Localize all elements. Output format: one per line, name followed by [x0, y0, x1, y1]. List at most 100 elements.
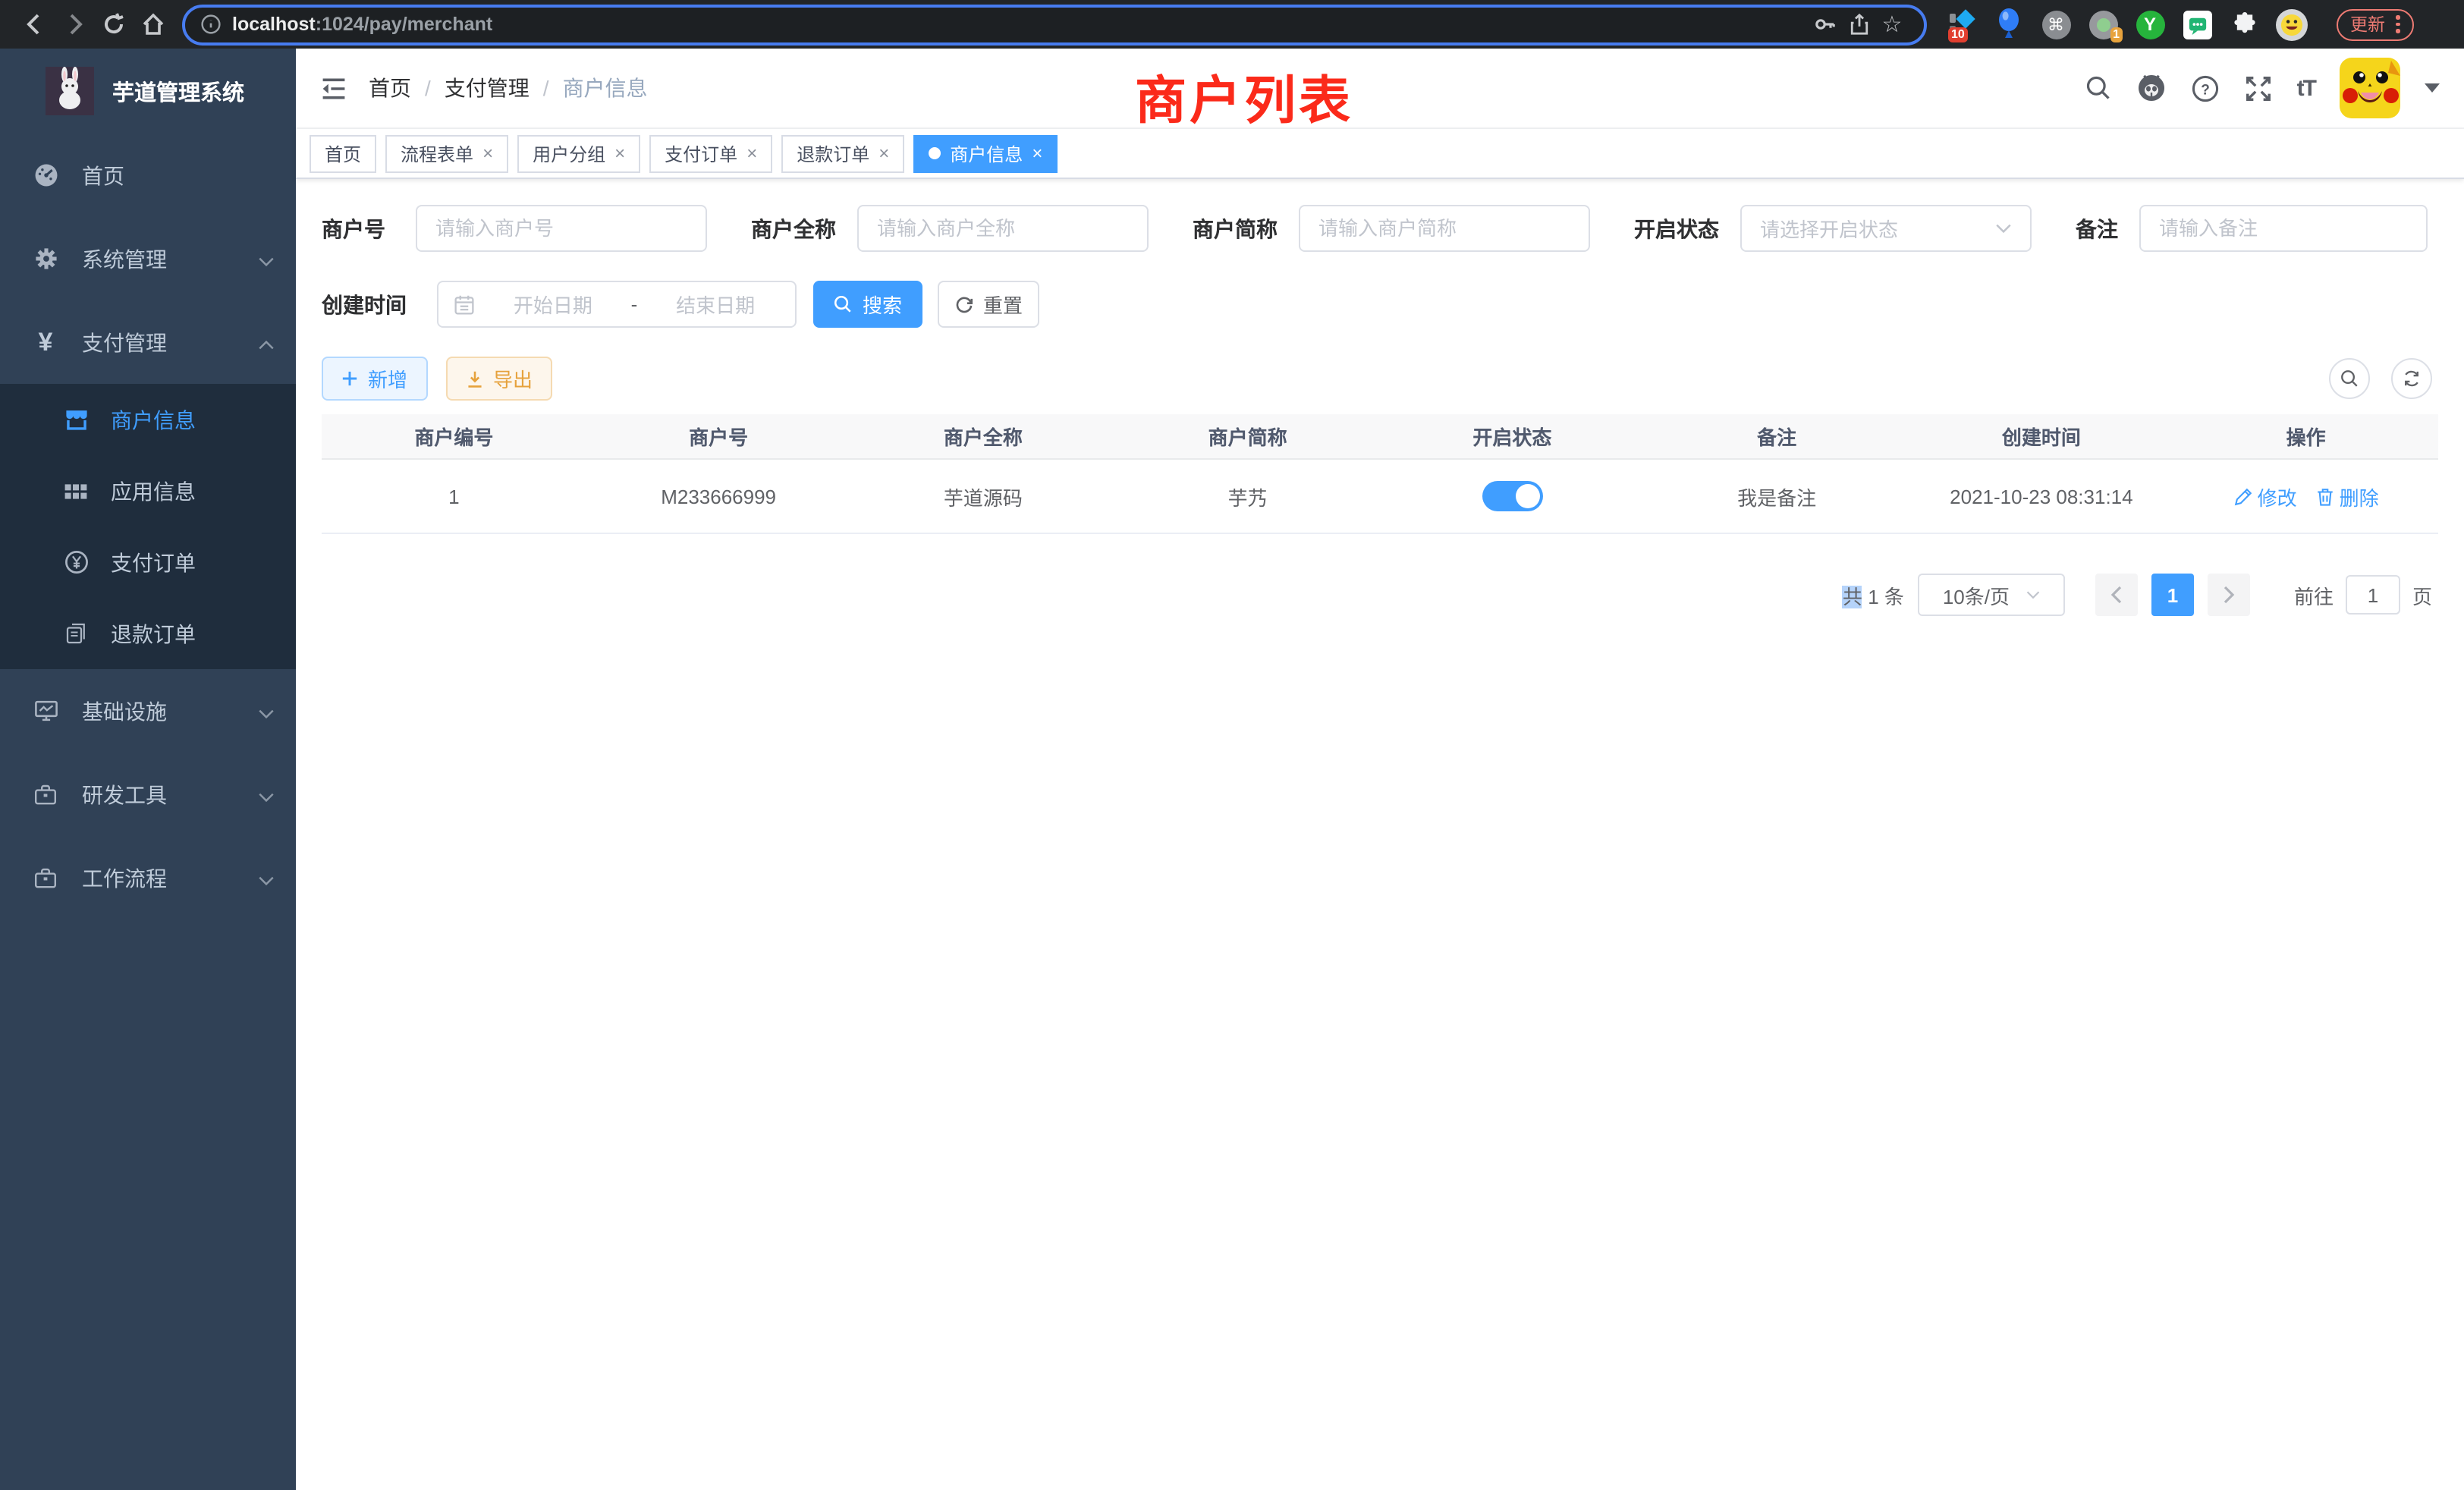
- sidebar-item-label: 商户信息: [111, 404, 196, 435]
- bookmark-star-icon[interactable]: ☆: [1875, 5, 1909, 44]
- goto-page-input[interactable]: [2346, 575, 2400, 615]
- close-icon[interactable]: ×: [614, 143, 625, 164]
- sidebar-item-pay-order[interactable]: 支付订单: [0, 527, 296, 598]
- browser-toolbar: localhost:1024/pay/merchant ☆ 10 ⌘: [0, 0, 2464, 49]
- status-toggle[interactable]: [1482, 481, 1542, 511]
- next-page-button[interactable]: [2208, 574, 2250, 616]
- status-select[interactable]: 请选择开启状态: [1740, 205, 2032, 252]
- browser-menu-icon[interactable]: [2396, 16, 2400, 33]
- github-icon[interactable]: [2136, 73, 2167, 103]
- ext-chat-icon[interactable]: [2180, 6, 2214, 42]
- sidebar-item-home[interactable]: 首页: [0, 134, 296, 217]
- close-icon[interactable]: ×: [878, 143, 889, 164]
- share-icon[interactable]: [1842, 5, 1875, 44]
- page-content: 商户号 商户全称 商户简称 开启状态 请选择开启状态: [296, 179, 2464, 616]
- toggle-search-button[interactable]: [2329, 358, 2370, 399]
- tab-refund-order[interactable]: 退款订单×: [781, 134, 904, 172]
- dashboard-icon: [27, 162, 64, 188]
- close-icon[interactable]: ×: [482, 143, 493, 164]
- user-avatar[interactable]: [2340, 58, 2400, 118]
- ext-y-icon[interactable]: Y: [2133, 6, 2167, 42]
- navbar: 首页 / 支付管理 / 商户信息 ?: [296, 49, 2464, 129]
- back-icon[interactable]: [15, 5, 55, 44]
- filter-label: 创建时间: [322, 289, 416, 319]
- forward-icon[interactable]: [55, 5, 94, 44]
- header-search-icon[interactable]: [2085, 74, 2112, 102]
- sidebar-item-pay[interactable]: ¥ 支付管理: [0, 300, 296, 384]
- col-header: 商户全称: [851, 414, 1116, 458]
- tab-home[interactable]: 首页: [310, 134, 376, 172]
- sidebar: 芋道管理系统 首页 系统管理 ¥ 支付管理: [0, 49, 296, 1490]
- col-header: 创建时间: [1909, 414, 2174, 458]
- tab-merchant-info-active[interactable]: 商户信息×: [913, 134, 1058, 172]
- page-size-select[interactable]: 10条/页: [1918, 574, 2065, 616]
- chevron-down-icon: [2025, 590, 2040, 599]
- sidebar-item-workflow[interactable]: 工作流程: [0, 836, 296, 919]
- fullscreen-icon[interactable]: [2244, 74, 2273, 102]
- sidebar-item-refund-order[interactable]: 退款订单: [0, 598, 296, 669]
- chevron-down-icon: [258, 782, 275, 806]
- monitor-chart-icon: [27, 698, 64, 724]
- filter-label: 商户简称: [1193, 213, 1278, 244]
- pay-submenu: 商户信息 应用信息 支付订单: [0, 384, 296, 669]
- sidebar-item-system[interactable]: 系统管理: [0, 217, 296, 300]
- close-icon[interactable]: ×: [746, 143, 757, 164]
- address-bar[interactable]: localhost:1024/pay/merchant ☆: [182, 4, 1927, 45]
- ext-status-icon[interactable]: 1: [2086, 6, 2120, 42]
- tab-process-form[interactable]: 流程表单×: [385, 134, 508, 172]
- refresh-table-button[interactable]: [2391, 358, 2432, 399]
- extensions-puzzle-icon[interactable]: [2227, 6, 2261, 42]
- grid-icon: [61, 479, 91, 503]
- tab-pay-order[interactable]: 支付订单×: [649, 134, 772, 172]
- merchant-no-input[interactable]: [416, 205, 707, 252]
- tab-user-group[interactable]: 用户分组×: [517, 134, 640, 172]
- help-icon[interactable]: ?: [2191, 74, 2220, 102]
- font-size-icon[interactable]: tT: [2297, 75, 2315, 101]
- extensions-row: 10 ⌘ 1 Y: [1945, 6, 2413, 42]
- cell-short-name: 芋艿: [1115, 460, 1380, 533]
- cell-full-name: 芋道源码: [851, 460, 1116, 533]
- sidebar-item-merchant-info[interactable]: 商户信息: [0, 384, 296, 455]
- breadcrumb-home[interactable]: 首页: [369, 73, 411, 103]
- password-key-icon[interactable]: [1809, 5, 1842, 44]
- home-icon[interactable]: [134, 5, 173, 44]
- sidebar-item-app-info[interactable]: 应用信息: [0, 455, 296, 527]
- reset-button[interactable]: 重置: [938, 281, 1039, 328]
- sidebar-fold-icon[interactable]: [320, 75, 347, 101]
- app-logo: [46, 67, 94, 115]
- browser-profile-avatar[interactable]: [2274, 6, 2308, 42]
- ext-command-icon[interactable]: ⌘: [2039, 6, 2073, 42]
- close-icon[interactable]: ×: [1032, 143, 1042, 164]
- date-range-picker[interactable]: 开始日期 - 结束日期: [437, 281, 797, 328]
- export-button[interactable]: 导出: [446, 357, 552, 401]
- annotation-merchant-list: 商户列表: [1135, 59, 1353, 134]
- filter-label: 商户号: [322, 213, 394, 244]
- remark-input[interactable]: [2139, 205, 2428, 252]
- table-row: 1 M233666999 芋道源码 芋艿 我是备注 2021-10-23 08:…: [322, 460, 2438, 533]
- col-header: 开启状态: [1380, 414, 1645, 458]
- delete-link[interactable]: 删除: [2315, 482, 2379, 511]
- add-button[interactable]: 新增: [322, 357, 428, 401]
- sidebar-item-infra[interactable]: 基础设施: [0, 669, 296, 753]
- chevron-left-icon: [2110, 586, 2123, 604]
- reload-icon[interactable]: [94, 5, 134, 44]
- ext-balloon-icon[interactable]: [1992, 6, 2026, 42]
- table-toolbar: 新增 导出: [322, 357, 2438, 401]
- filter-label: 开启状态: [1634, 213, 1719, 244]
- caret-down-icon[interactable]: [2425, 83, 2440, 93]
- info-icon[interactable]: [200, 14, 222, 35]
- sidebar-item-dev-tools[interactable]: 研发工具: [0, 753, 296, 836]
- browser-update-button[interactable]: 更新: [2337, 8, 2413, 40]
- search-button[interactable]: 搜索: [813, 281, 922, 328]
- chevron-down-icon: [258, 699, 275, 723]
- app-logo-row[interactable]: 芋道管理系统: [0, 49, 296, 134]
- yen-icon: ¥: [27, 327, 64, 357]
- ext-tag-assistant-icon[interactable]: 10: [1945, 6, 1978, 42]
- full-name-input[interactable]: [857, 205, 1149, 252]
- short-name-input[interactable]: [1299, 205, 1590, 252]
- breadcrumb-pay[interactable]: 支付管理: [445, 73, 530, 103]
- prev-page-button[interactable]: [2095, 574, 2138, 616]
- page-number-1[interactable]: 1: [2151, 574, 2194, 616]
- edit-link[interactable]: 修改: [2233, 482, 2297, 511]
- cell-merchant-id: 1: [322, 460, 586, 533]
